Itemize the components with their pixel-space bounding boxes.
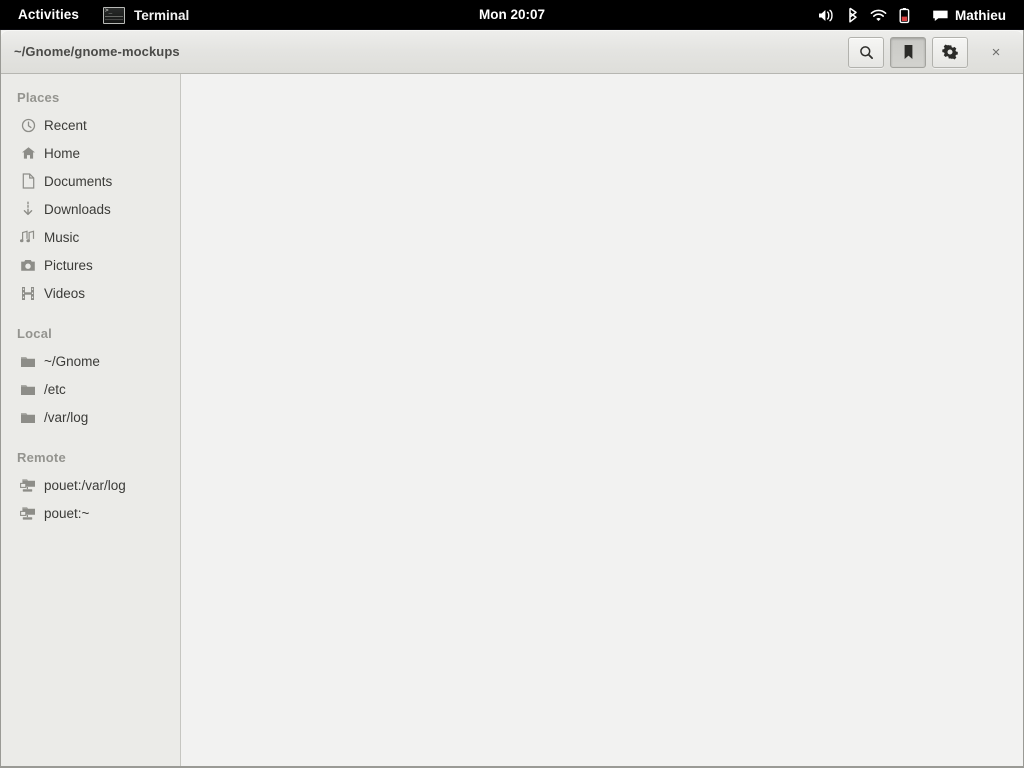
- folder-icon: [20, 381, 36, 397]
- sidebar-item-label: /etc: [44, 381, 66, 397]
- sidebar-item-downloads[interactable]: Downloads: [1, 195, 180, 223]
- sidebar-item-label: pouet:/var/log: [44, 477, 126, 493]
- folder-icon: [20, 353, 36, 369]
- window-titlebar: ~/Gnome/gnome-mockups ×: [1, 30, 1023, 74]
- sidebar-item-label: ~/Gnome: [44, 353, 100, 369]
- sidebar-item-label: Pictures: [44, 257, 93, 273]
- app-menu-label: Terminal: [134, 7, 190, 23]
- activities-button[interactable]: Activities: [0, 0, 93, 30]
- sidebar: Places Recent Home Documents Downloads M…: [1, 74, 181, 766]
- window-body: Places Recent Home Documents Downloads M…: [1, 74, 1023, 766]
- sidebar-item-recent[interactable]: Recent: [1, 111, 180, 139]
- sidebar-item-label: pouet:~: [44, 505, 90, 521]
- clock-icon: [20, 117, 36, 133]
- file-list-area[interactable]: [181, 74, 1023, 766]
- sidebar-item-videos[interactable]: Videos: [1, 279, 180, 307]
- music-note-icon: [20, 229, 36, 245]
- remote-folder-icon: [20, 505, 36, 521]
- user-menu[interactable]: Mathieu: [918, 0, 1014, 30]
- camera-icon: [20, 257, 36, 273]
- sidebar-section-header-local: Local: [17, 326, 52, 341]
- download-icon: [20, 201, 36, 217]
- file-manager-window: ~/Gnome/gnome-mockups × Places Recent Ho…: [0, 30, 1024, 768]
- titlebar-controls: ×: [845, 30, 1023, 74]
- sidebar-item-label: Home: [44, 145, 81, 161]
- clock-label[interactable]: Mon 20:07: [479, 7, 545, 22]
- bluetooth-icon[interactable]: [840, 0, 866, 30]
- app-menu-terminal[interactable]: Terminal: [93, 0, 199, 30]
- user-name-label: Mathieu: [954, 7, 1006, 23]
- bookmark-icon: [903, 44, 914, 60]
- gear-icon: [942, 44, 958, 60]
- battery-icon[interactable]: [892, 0, 918, 30]
- sidebar-item-pictures[interactable]: Pictures: [1, 251, 180, 279]
- film-strip-icon: [20, 285, 36, 301]
- sidebar-item-varlog[interactable]: /var/log: [1, 403, 180, 431]
- bookmarks-button[interactable]: [890, 36, 926, 68]
- sidebar-item-label: Videos: [44, 285, 86, 301]
- system-tray: Mathieu: [814, 0, 1024, 30]
- terminal-icon: [103, 6, 126, 24]
- sidebar-item-label: Downloads: [44, 201, 111, 217]
- sidebar-item-label: Recent: [44, 117, 87, 133]
- sidebar-item-label: Music: [44, 229, 80, 245]
- search-icon: [859, 45, 874, 60]
- titlebar-button-group: [845, 36, 971, 68]
- chat-bubble-icon: [932, 9, 949, 22]
- folder-icon: [20, 409, 36, 425]
- sidebar-item-etc[interactable]: /etc: [1, 375, 180, 403]
- search-button[interactable]: [848, 36, 884, 68]
- close-button[interactable]: ×: [975, 30, 1017, 74]
- sidebar-item-pouet-varlog[interactable]: pouet:/var/log: [1, 471, 180, 499]
- window-title: ~/Gnome/gnome-mockups: [14, 44, 180, 59]
- wifi-icon[interactable]: [866, 0, 892, 30]
- remote-folder-icon: [20, 477, 36, 493]
- sidebar-item-label: /var/log: [44, 409, 89, 425]
- home-icon: [20, 145, 36, 161]
- gnome-top-bar: Activities Terminal Mon 20:07: [0, 0, 1024, 30]
- sidebar-item-pouet-home[interactable]: pouet:~: [1, 499, 180, 527]
- sidebar-item-home[interactable]: Home: [1, 139, 180, 167]
- document-icon: [20, 173, 36, 189]
- sidebar-section-header-remote: Remote: [17, 450, 66, 465]
- sidebar-item-label: Documents: [44, 173, 113, 189]
- volume-icon[interactable]: [814, 0, 840, 30]
- sidebar-item-music[interactable]: Music: [1, 223, 180, 251]
- sidebar-section-header-places: Places: [17, 90, 60, 105]
- settings-button[interactable]: [932, 36, 968, 68]
- sidebar-item-documents[interactable]: Documents: [1, 167, 180, 195]
- sidebar-item-gnome[interactable]: ~/Gnome: [1, 347, 180, 375]
